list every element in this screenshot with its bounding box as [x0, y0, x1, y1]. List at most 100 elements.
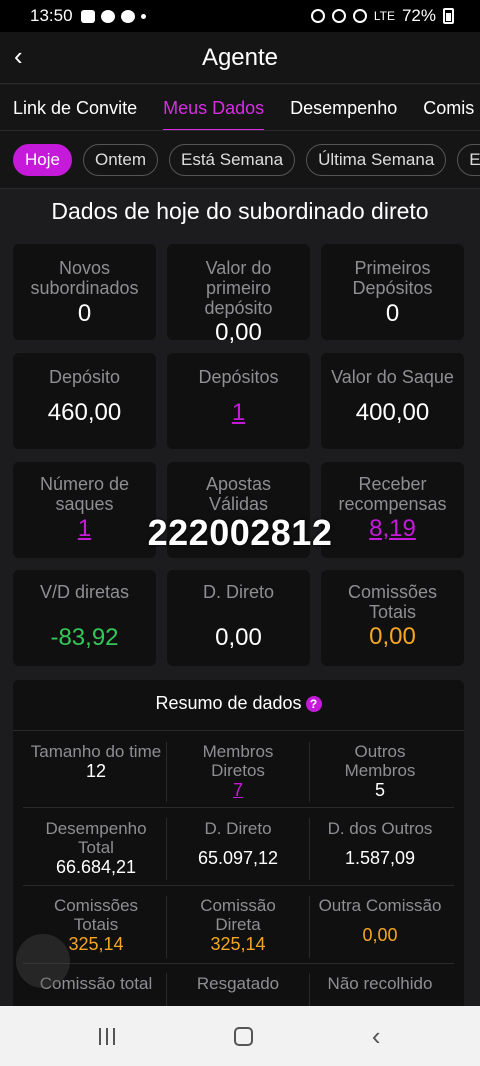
recent-apps-icon[interactable] [99, 1027, 116, 1045]
card-label: Valor do Saque [331, 367, 454, 387]
tab-meus-dados[interactable]: Meus Dados [150, 85, 277, 130]
summary-value: 12 [85, 761, 107, 781]
help-icon[interactable]: ? [305, 696, 322, 713]
summary-cell-membros-diretos: Membros Diretos 7 [163, 742, 313, 801]
card-novos-subordinados: Novos subordinados 0 [13, 244, 156, 340]
chip-esta-semana[interactable]: Está Semana [169, 143, 296, 176]
summary-label: Comissão Direta [200, 896, 276, 934]
summary-cell-desempenho-total: Desempenho Total 66.684,21 [21, 819, 171, 878]
summary-value: 65.097,12 [197, 848, 279, 868]
divider [23, 885, 454, 886]
summary-label: Resgatado [196, 974, 280, 993]
card-d-direto: D. Direto 0,00 [167, 570, 310, 666]
summary-label: Desempenho Total [45, 819, 147, 857]
card-depositos: Depósitos 1 [167, 353, 310, 449]
summary-cell-outros-membros: Outros Membros 5 [305, 742, 455, 801]
summary-value: 0,00 [362, 925, 398, 945]
tab-link-de-convite[interactable]: Link de Convite [0, 85, 150, 130]
summary-label: Membros Diretos [202, 742, 274, 780]
card-valor-do-saque: Valor do Saque 400,00 [321, 353, 464, 449]
summary-panel: Resumo de dados? Tamanho do time 12 Memb… [13, 680, 464, 1013]
key-icon [310, 9, 325, 23]
card-value-link[interactable]: 1 [167, 399, 310, 427]
card-label: Depósito [48, 367, 121, 387]
tab-bar: Link de Convite Meus Dados Desempenho Co… [0, 85, 480, 131]
summary-value: 325,14 [210, 934, 266, 954]
chip-ultima-semana[interactable]: Última Semana [306, 143, 447, 176]
card-label: D. Direto [202, 582, 274, 602]
more-notifications-icon [140, 13, 146, 19]
chat-notification-icon [120, 9, 135, 23]
page-title: Agente [201, 43, 279, 71]
card-comissoes-totais: Comissões Totais 0,00 [321, 570, 464, 666]
divider [23, 963, 454, 964]
status-bar: 13:50 LTE 72% [0, 0, 480, 32]
summary-cell-comissao-direta: Comissão Direta 325,14 [163, 896, 313, 955]
card-vd-diretas: V/D diretas -83,92 [13, 570, 156, 666]
divider [13, 730, 464, 731]
summary-label: Não recolhido [327, 974, 433, 993]
card-deposito: Depósito 460,00 [13, 353, 156, 449]
card-label: Primeiros Depósitos [352, 258, 433, 298]
summary-value: 5 [374, 780, 385, 800]
card-label: Número de saques [39, 474, 130, 514]
battery-percent: 72% [401, 6, 436, 25]
card-label: Depósitos [198, 367, 279, 387]
card-label: Apostas Válidas [205, 474, 272, 514]
summary-cell-d-dos-outros: D. dos Outros 1.587,09 [305, 819, 455, 869]
summary-label: D. Direto [204, 819, 272, 838]
floating-assistive-button[interactable] [16, 934, 70, 988]
summary-label: Outra Comissão [318, 896, 442, 915]
card-value: 400,00 [355, 399, 430, 426]
back-icon[interactable]: ‹ [372, 1023, 381, 1049]
summary-value: 66.684,21 [55, 857, 137, 877]
card-primeiros-depositos: Primeiros Depósitos 0 [321, 244, 464, 340]
tab-comissao[interactable]: Comis [410, 85, 480, 130]
summary-label: Tamanho do time [30, 742, 162, 761]
summary-cell-tamanho-time: Tamanho do time 12 [21, 742, 171, 782]
back-arrow-icon[interactable]: ‹ [14, 43, 38, 70]
card-label: Receber recompensas [338, 474, 447, 514]
signal-lte-icon: LTE [373, 9, 395, 23]
mute-icon [352, 9, 367, 23]
chip-ontem[interactable]: Ontem [82, 143, 158, 176]
app-header: ‹ Agente [0, 32, 480, 84]
summary-title-text: Resumo de dados [155, 693, 302, 713]
battery-icon [443, 8, 454, 24]
summary-cell-d-direto: D. Direto 65.097,12 [163, 819, 313, 869]
home-icon[interactable] [234, 1026, 254, 1046]
section-title: Dados de hoje do subordinado direto [51, 198, 429, 224]
alarm-icon [331, 9, 346, 23]
summary-value: 1.587,09 [344, 848, 416, 868]
overlay-id-number: 222002812 [147, 512, 333, 553]
status-time: 13:50 [30, 6, 73, 25]
card-value: -83,92 [50, 624, 119, 651]
summary-label: Comissões Totais [53, 896, 139, 934]
system-nav-bar: ‹ [0, 1006, 480, 1066]
summary-cell-outra-comissao: Outra Comissão 0,00 [305, 896, 455, 946]
chip-hoje[interactable]: Hoje [13, 143, 72, 176]
card-label: Novos subordinados [30, 258, 139, 298]
card-value: 0 [385, 300, 400, 327]
card-value: 0,00 [215, 319, 262, 346]
messenger-notification-icon [100, 9, 115, 23]
card-value: 0,00 [369, 623, 416, 650]
summary-value-link[interactable]: 7 [163, 780, 313, 801]
tab-desempenho[interactable]: Desempenho [277, 85, 410, 130]
summary-cell-resgatado: Resgatado [163, 974, 313, 993]
summary-title: Resumo de dados? [13, 693, 464, 714]
summary-cell-nao-recolhido: Não recolhido [305, 974, 455, 993]
card-value: 0 [77, 300, 92, 327]
card-label: V/D diretas [39, 582, 130, 602]
card-value: 460,00 [47, 399, 122, 426]
card-valor-primeiro-deposito: Valor do primeiro depósito 0,00 [167, 244, 310, 346]
card-label: Valor do primeiro depósito [204, 258, 273, 318]
divider [23, 807, 454, 808]
period-filter: Hoje Ontem Está Semana Última Semana Es [0, 131, 480, 189]
card-label: Comissões Totais [347, 582, 438, 622]
chip-este-mes[interactable]: Es [457, 143, 480, 176]
card-value: 0,00 [215, 624, 262, 651]
summary-label: D. dos Outros [327, 819, 433, 838]
gallery-notification-icon [80, 9, 95, 23]
summary-label: Outros Membros [344, 742, 416, 780]
